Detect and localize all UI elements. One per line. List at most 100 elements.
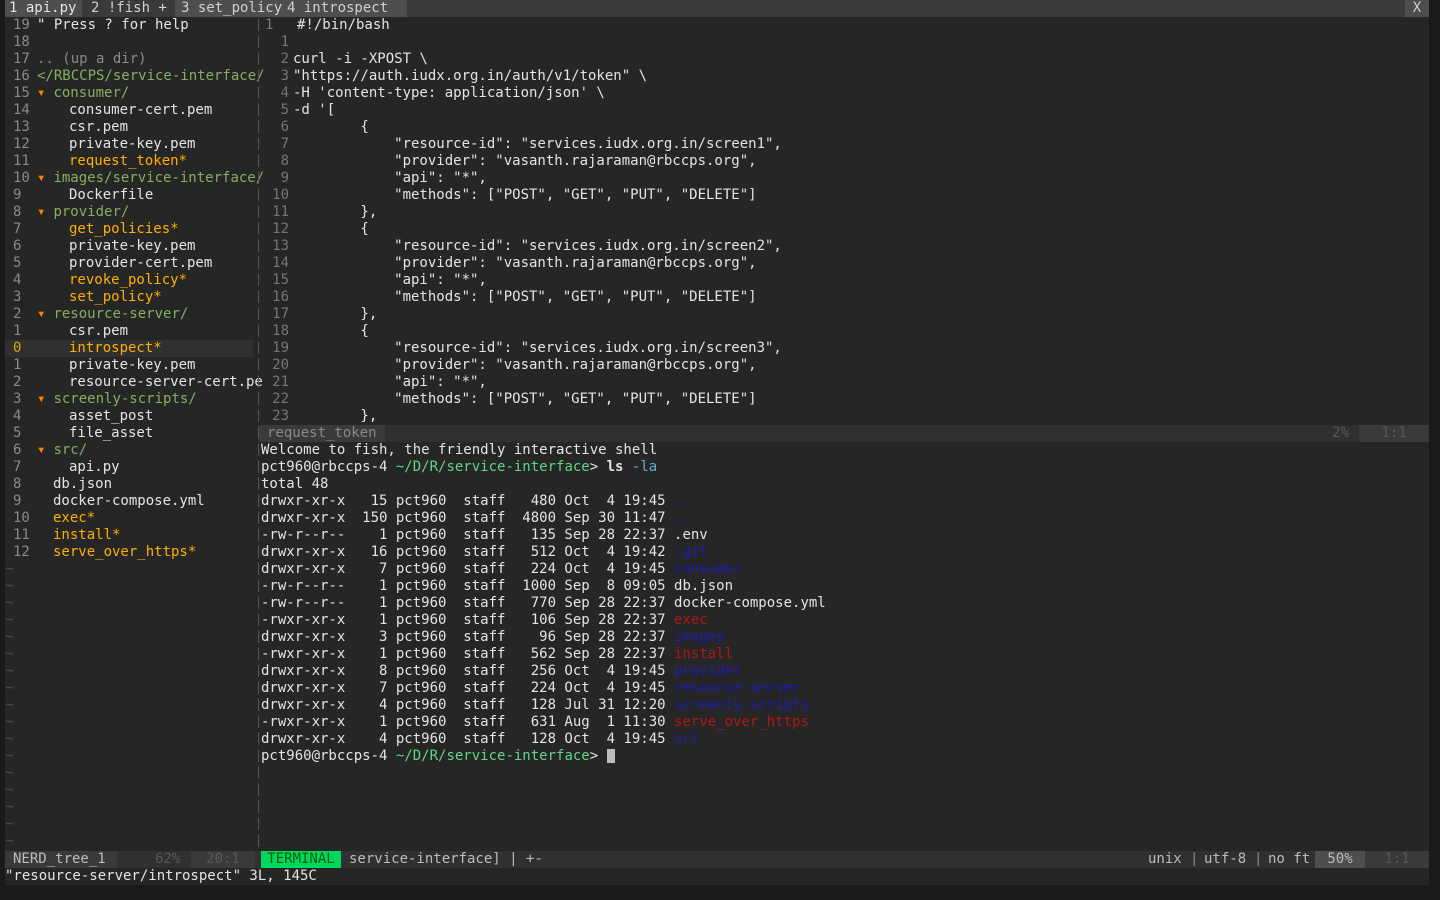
nerdtree-entry[interactable]: Dockerfile <box>69 187 153 204</box>
file-name[interactable]: csr.pem <box>69 323 128 339</box>
nerdtree-row[interactable]: 19 " Press ? for help <box>5 17 253 34</box>
editor-pane[interactable]: 1 #!/bin/bash 1 2 curl -i -XPOST \ 3 "https://… <box>259 17 1429 425</box>
code-text[interactable]: #!/bin/bash <box>297 17 390 34</box>
nerdtree-row[interactable]: 13 csr.pem <box>5 119 253 136</box>
code-text[interactable]: "https://auth.iudx.org.in/auth/v1/token"… <box>293 68 647 85</box>
ls-name[interactable]: .env <box>674 527 708 543</box>
nerdtree-row[interactable]: 16 </RBCCPS/service-interface/ <box>5 68 265 85</box>
ls-entry[interactable]: drwxr-xr-x 8 pct960 staff 256 Oct 4 19:4… <box>261 663 741 680</box>
nerdtree-entry[interactable]: set_policy* <box>69 289 162 306</box>
code-text[interactable]: "provider": "vasanth.rajaraman@rbccps.or… <box>293 357 756 374</box>
nerdtree-row[interactable]: 12 serve_over_https* <box>5 544 253 561</box>
ls-entry[interactable]: drwxr-xr-x 16 pct960 staff 512 Oct 4 19:… <box>261 544 708 561</box>
file-name[interactable]: db.json <box>53 476 112 492</box>
expand-arrow-icon[interactable]: ▾ <box>37 442 45 458</box>
nerdtree-row[interactable]: 10 exec* <box>5 510 253 527</box>
ls-entry[interactable]: drwxr-xr-x 7 pct960 staff 224 Oct 4 19:4… <box>261 680 800 697</box>
nerdtree-row[interactable]: 1 private-key.pem <box>5 357 253 374</box>
terminal-prompt[interactable]: pct960@rbccps-4 ~/D/R/service-interface>… <box>261 459 657 476</box>
ls-name[interactable]: exec <box>674 612 708 628</box>
nerdtree-entry[interactable]: api.py <box>69 459 120 476</box>
code-text[interactable]: -d '[ <box>293 102 335 119</box>
nerdtree-row[interactable]: 7 get_policies* <box>5 221 253 238</box>
nerdtree-entry[interactable]: ▾ screenly-scripts/ <box>37 391 197 408</box>
nerdtree-row[interactable]: 5 file_asset <box>5 425 253 442</box>
ls-entry[interactable]: -rw-r--r-- 1 pct960 staff 135 Sep 28 22:… <box>261 527 708 544</box>
code-text[interactable]: }, <box>293 204 377 221</box>
tab-introspect[interactable]: 4 introspect <box>285 0 407 17</box>
code-text[interactable]: "api": "*", <box>293 272 487 289</box>
nerdtree-row[interactable]: 14 consumer-cert.pem <box>5 102 253 119</box>
nerdtree-entry[interactable]: csr.pem <box>69 323 128 340</box>
nerdtree-entry[interactable]: ▾ consumer/ <box>37 85 129 102</box>
nerdtree-row[interactable]: 9 Dockerfile <box>5 187 253 204</box>
nerdtree-row[interactable]: 12 private-key.pem <box>5 136 253 153</box>
ls-entry[interactable]: drwxr-xr-x 4 pct960 staff 128 Jul 31 12:… <box>261 697 809 714</box>
nerdtree-entry[interactable]: ▾ src/ <box>37 442 87 459</box>
command-line[interactable]: "resource-server/introspect" 3L, 145C <box>5 868 317 885</box>
nerdtree-entry[interactable]: serve_over_https* <box>53 544 196 561</box>
nerdtree-row[interactable]: 4 asset_post <box>5 408 253 425</box>
code-text[interactable]: "methods": ["POST", "GET", "PUT", "DELET… <box>293 289 756 306</box>
file-name[interactable]: consumer-cert.pem <box>69 102 212 118</box>
file-name[interactable]: private-key.pem <box>69 357 195 373</box>
ls-entry[interactable]: drwxr-xr-x 3 pct960 staff 96 Sep 28 22:3… <box>261 629 725 646</box>
file-name[interactable]: resource-server-cert.pe <box>69 374 263 390</box>
ls-entry[interactable]: -rwxr-xr-x 1 pct960 staff 106 Sep 28 22:… <box>261 612 708 629</box>
file-name[interactable]: serve_over_https* <box>53 544 196 560</box>
ls-entry[interactable]: drwxr-xr-x 15 pct960 staff 480 Oct 4 19:… <box>261 493 682 510</box>
nerdtree-entry[interactable]: ▾ images/service-interface/ <box>37 170 264 187</box>
nerdtree-entry[interactable]: </RBCCPS/service-interface/ <box>37 68 265 85</box>
nerdtree-entry[interactable]: provider-cert.pem <box>69 255 212 272</box>
nerdtree-entry[interactable]: exec* <box>53 510 95 527</box>
nerdtree-row[interactable]: 3 ▾ screenly-scripts/ <box>5 391 253 408</box>
code-text[interactable]: "resource-id": "services.iudx.org.in/scr… <box>293 238 782 255</box>
file-name[interactable]: install* <box>53 527 120 543</box>
nerdtree-entry[interactable]: install* <box>53 527 120 544</box>
file-name[interactable]: private-key.pem <box>69 238 195 254</box>
nerdtree-entry[interactable]: introspect* <box>69 340 162 357</box>
ls-name[interactable]: provider <box>674 663 741 679</box>
file-name[interactable]: exec* <box>53 510 95 526</box>
tab-fish[interactable]: 2 !fish + <box>87 0 171 17</box>
nerdtree-row[interactable]: 17 .. (up a dir) <box>5 51 253 68</box>
ls-name[interactable]: .git <box>674 544 708 560</box>
nerdtree-row[interactable]: 9 docker-compose.yml <box>5 493 253 510</box>
nerdtree-row[interactable]: 7 api.py <box>5 459 253 476</box>
code-text[interactable]: curl -i -XPOST \ <box>293 51 428 68</box>
ls-name[interactable]: db.json <box>674 578 733 594</box>
ls-name[interactable]: consumer <box>674 561 741 577</box>
nerdtree-row[interactable]: 8 db.json <box>5 476 253 493</box>
code-text[interactable]: { <box>293 221 368 238</box>
expand-arrow-icon[interactable]: ▾ <box>37 306 45 322</box>
nerdtree-entry[interactable]: request_token* <box>69 153 187 170</box>
ls-entry[interactable]: -rwxr-xr-x 1 pct960 staff 562 Sep 28 22:… <box>261 646 733 663</box>
nerdtree-row[interactable]: 6 private-key.pem <box>5 238 253 255</box>
ls-name[interactable]: install <box>674 646 733 662</box>
nerdtree-row[interactable]: 5 provider-cert.pem <box>5 255 253 272</box>
file-name[interactable]: revoke_policy* <box>69 272 187 288</box>
file-name[interactable]: Dockerfile <box>69 187 153 203</box>
code-text[interactable]: "provider": "vasanth.rajaraman@rbccps.or… <box>293 255 756 272</box>
help-hint[interactable]: " Press ? for help <box>37 17 189 33</box>
code-text[interactable]: "provider": "vasanth.rajaraman@rbccps.or… <box>293 153 756 170</box>
code-text[interactable]: { <box>293 119 368 136</box>
code-text[interactable]: "resource-id": "services.iudx.org.in/scr… <box>293 136 782 153</box>
nerdtree-entry[interactable]: resource-server-cert.pe <box>69 374 263 391</box>
file-name[interactable]: private-key.pem <box>69 136 195 152</box>
code-text[interactable]: "methods": ["POST", "GET", "PUT", "DELET… <box>293 391 756 408</box>
file-name[interactable]: csr.pem <box>69 119 128 135</box>
ls-entry[interactable]: drwxr-xr-x 4 pct960 staff 128 Oct 4 19:4… <box>261 731 699 748</box>
file-name[interactable]: get_policies* <box>69 221 179 237</box>
directory-name[interactable]: images/service-interface/ <box>53 170 264 186</box>
directory-name[interactable]: provider/ <box>53 204 129 220</box>
ls-entry[interactable]: -rw-r--r-- 1 pct960 staff 1000 Sep 8 09:… <box>261 578 733 595</box>
file-name[interactable]: set_policy* <box>69 289 162 305</box>
ls-name[interactable]: serve_over_https <box>674 714 809 730</box>
ls-name[interactable]: .. <box>674 510 691 526</box>
ls-name[interactable]: src <box>674 731 699 747</box>
nerdtree-entry[interactable]: docker-compose.yml <box>53 493 205 510</box>
nerdtree-row[interactable]: 2 resource-server-cert.pe <box>5 374 263 391</box>
nerdtree-row[interactable]: 0 introspect* <box>5 340 253 357</box>
file-name[interactable]: request_token* <box>69 153 187 169</box>
